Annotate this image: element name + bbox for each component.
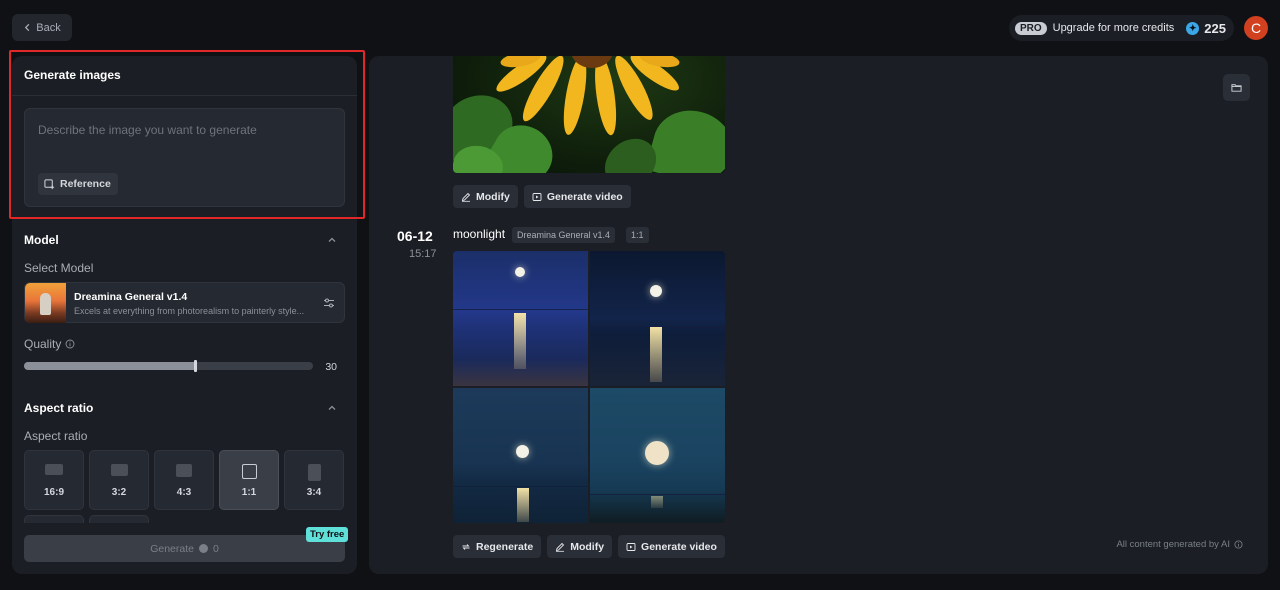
quality-value: 30 bbox=[325, 361, 337, 373]
chevron-left-icon bbox=[25, 23, 30, 32]
divider bbox=[12, 95, 357, 96]
generate-video-button[interactable]: Generate video bbox=[618, 535, 725, 558]
ratio-label: 3:2 bbox=[111, 487, 127, 498]
generated-images-moonlight bbox=[453, 251, 725, 523]
ratio-16-9-icon bbox=[45, 464, 63, 475]
model-section-title: Model bbox=[24, 233, 59, 247]
pencil-icon bbox=[461, 192, 471, 202]
generate-video-label: Generate video bbox=[546, 190, 623, 203]
footnote-text: All content generated by AI bbox=[1116, 539, 1230, 550]
pro-badge: PRO bbox=[1014, 21, 1047, 35]
model-thumbnail bbox=[25, 283, 66, 323]
generated-image[interactable] bbox=[590, 388, 725, 523]
ratio-1-1-icon bbox=[241, 464, 257, 479]
entry-prompt: moonlight bbox=[453, 227, 506, 241]
ratio-3-4-icon bbox=[307, 464, 321, 481]
info-icon[interactable] bbox=[65, 339, 75, 349]
aspect-ratio-options: 16:9 3:2 4:3 1:1 3:4 bbox=[24, 450, 345, 510]
quality-label-row: Quality bbox=[24, 337, 75, 351]
refresh-icon bbox=[462, 543, 470, 550]
aspect-section-title: Aspect ratio bbox=[24, 401, 94, 415]
chevron-up-icon[interactable] bbox=[327, 403, 337, 413]
history-panel: Modify Generate video 06-12 15:17 moonli… bbox=[369, 56, 1268, 574]
reference-button[interactable]: Reference bbox=[38, 173, 118, 195]
ratio-option-3-2[interactable]: 3:2 bbox=[89, 450, 149, 510]
prompt-placeholder: Describe the image you want to generate bbox=[38, 123, 257, 137]
ratio-option-4-3[interactable]: 4:3 bbox=[154, 450, 214, 510]
ratio-label: 3:4 bbox=[306, 487, 322, 498]
ratio-option-partial[interactable] bbox=[89, 515, 149, 523]
generated-image-sunflower[interactable] bbox=[453, 56, 725, 173]
top-bar: Back PRO Upgrade for more credits ✦ 225 … bbox=[0, 0, 1280, 56]
model-name: Dreamina General v1.4 bbox=[74, 291, 188, 303]
info-icon[interactable] bbox=[1234, 540, 1243, 549]
image-actions: Regenerate Modify Generate video bbox=[453, 535, 725, 558]
ratio-option-3-4[interactable]: 3:4 bbox=[284, 450, 344, 510]
modify-label: Modify bbox=[476, 190, 510, 203]
sliders-icon[interactable] bbox=[323, 297, 335, 309]
ratio-option-1-1[interactable]: 1:1 bbox=[219, 450, 279, 510]
ratio-4-3-icon bbox=[176, 464, 192, 477]
chevron-up-icon[interactable] bbox=[327, 235, 337, 245]
ratio-3-2-icon bbox=[110, 464, 128, 476]
image-reference-icon bbox=[44, 178, 55, 189]
regenerate-label: Regenerate bbox=[476, 540, 534, 553]
quality-slider-fill bbox=[24, 362, 195, 370]
aspect-ratio-label: Aspect ratio bbox=[24, 429, 88, 443]
video-icon bbox=[626, 542, 636, 551]
credit-coin-icon bbox=[198, 544, 208, 553]
folder-button[interactable] bbox=[1223, 74, 1250, 101]
regenerate-button[interactable]: Regenerate bbox=[453, 535, 542, 558]
video-icon bbox=[532, 192, 542, 201]
upgrade-button[interactable]: PRO Upgrade for more credits ✦ 225 bbox=[1008, 15, 1234, 41]
image-actions: Modify Generate video bbox=[453, 185, 631, 208]
quality-label: Quality bbox=[24, 337, 62, 351]
modify-button[interactable]: Modify bbox=[547, 535, 613, 558]
ratio-label: 4:3 bbox=[176, 487, 192, 498]
quality-slider-handle[interactable] bbox=[193, 360, 197, 372]
avatar[interactable]: C bbox=[1244, 16, 1268, 40]
credits-display[interactable]: ✦ 225 bbox=[1186, 21, 1226, 36]
ratio-label: 16:9 bbox=[43, 487, 64, 498]
pencil-icon bbox=[556, 542, 565, 552]
model-description: Excels at everything from photorealism t… bbox=[74, 306, 305, 316]
prompt-input[interactable]: Describe the image you want to generate … bbox=[24, 108, 345, 207]
model-tag: Dreamina General v1.4 bbox=[512, 227, 616, 243]
generate-cost: 0 bbox=[212, 542, 219, 555]
generate-video-label: Generate video bbox=[641, 540, 717, 553]
ratio-option-partial[interactable] bbox=[24, 515, 84, 523]
ratio-label: 1:1 bbox=[241, 487, 257, 498]
credits-count: 225 bbox=[1204, 20, 1226, 36]
generated-image[interactable] bbox=[590, 251, 725, 386]
generate-header: Generate images bbox=[24, 68, 121, 82]
generate-panel: Generate images Describe the image you w… bbox=[12, 56, 357, 574]
generated-image[interactable] bbox=[453, 251, 588, 386]
ratio-tag: 1:1 bbox=[626, 227, 649, 243]
model-selector[interactable]: Dreamina General v1.4 Excels at everythi… bbox=[24, 282, 345, 323]
ratio-option-16-9[interactable]: 16:9 bbox=[24, 450, 84, 510]
entry-time: 15:17 bbox=[409, 248, 437, 260]
quality-slider[interactable] bbox=[24, 360, 313, 372]
ai-footnote: All content generated by AI bbox=[1116, 539, 1243, 550]
upgrade-label: Upgrade for more credits bbox=[1052, 22, 1175, 34]
generate-video-button[interactable]: Generate video bbox=[523, 185, 631, 208]
select-model-label: Select Model bbox=[24, 261, 94, 275]
try-free-badge: Try free bbox=[306, 527, 349, 542]
generated-image[interactable] bbox=[453, 388, 588, 523]
modify-label: Modify bbox=[570, 540, 605, 553]
generate-button[interactable]: Generate 0 bbox=[24, 535, 345, 562]
credit-icon: ✦ bbox=[1186, 21, 1200, 35]
entry-date: 06-12 bbox=[397, 228, 433, 244]
reference-label: Reference bbox=[60, 178, 111, 190]
modify-button[interactable]: Modify bbox=[453, 185, 518, 208]
generate-label: Generate bbox=[150, 542, 194, 555]
back-label: Back bbox=[36, 21, 61, 34]
folder-icon bbox=[1231, 84, 1242, 92]
back-button[interactable]: Back bbox=[12, 14, 72, 41]
